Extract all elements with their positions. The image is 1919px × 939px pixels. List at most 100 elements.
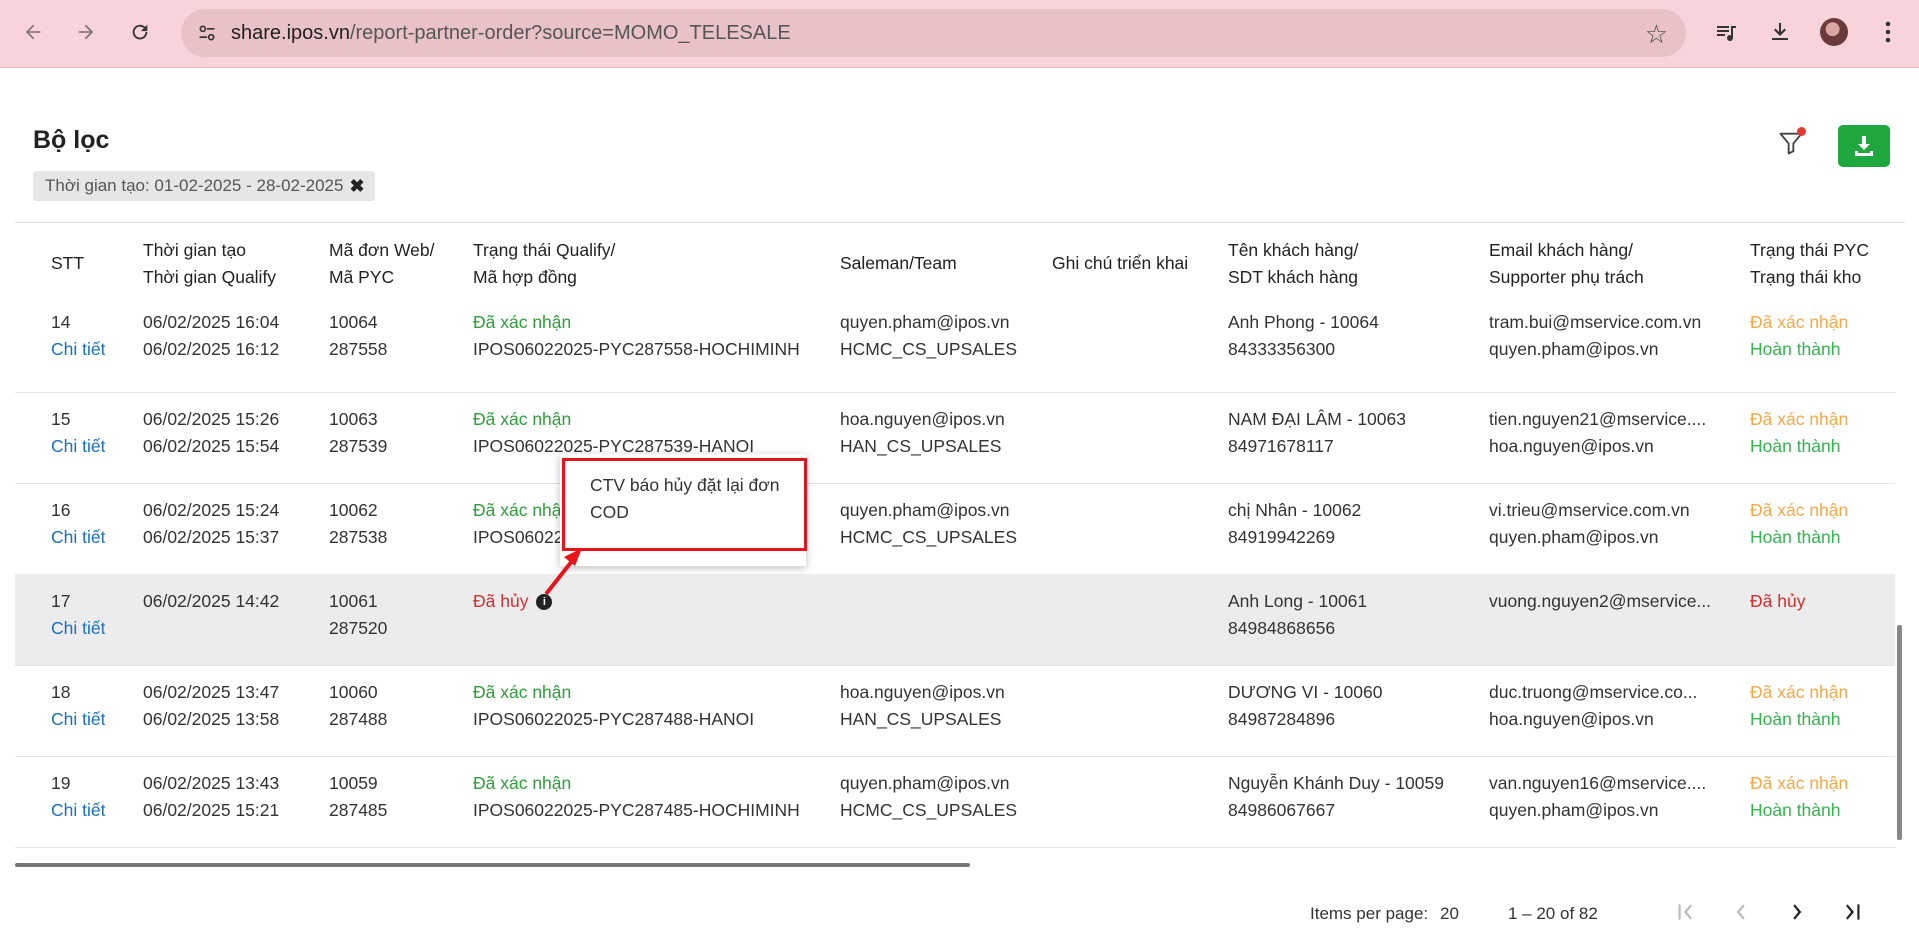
qualified-time: 06/02/2025 15:54 <box>143 436 280 456</box>
supporter: hoa.nguyen@ipos.vn <box>1489 436 1654 456</box>
header-saleman[interactable]: Saleman/Team <box>840 250 957 277</box>
browser-menu-icon[interactable] <box>1872 16 1904 48</box>
paginator: Items per page: 20 1 – 20 of 82 <box>15 870 1905 939</box>
pyc-code: 287539 <box>329 436 388 456</box>
filter-button[interactable] <box>1774 126 1808 160</box>
table-header: STT Thời gian tạo Thời gian Qualify Mã đ… <box>15 223 1895 301</box>
url-host: share.ipos.vn <box>231 21 350 44</box>
detail-link[interactable]: Chi tiết <box>51 615 105 642</box>
qualify-status: Đã xác nhận <box>473 500 572 520</box>
customer-email: vuong.nguyen2@mservice... <box>1489 591 1712 611</box>
header-code[interactable]: Mã đơn Web/ Mã PYC <box>329 237 435 291</box>
site-settings-icon[interactable] <box>195 21 219 45</box>
header-note[interactable]: Ghi chú triển khai <box>1052 250 1188 277</box>
detail-link[interactable]: Chi tiết <box>51 706 105 733</box>
header-email[interactable]: Email khách hàng/ Supporter phụ trách <box>1489 237 1644 291</box>
next-page-icon[interactable] <box>1777 892 1817 932</box>
back-arrow-icon[interactable] <box>15 14 51 50</box>
qualify-status: Đã xác nhận <box>473 773 572 793</box>
profile-avatar[interactable] <box>1820 18 1848 46</box>
url-path: /report-partner-order?source=MOMO_TELESA… <box>349 21 791 44</box>
items-per-page-select[interactable]: 20 <box>1440 904 1459 924</box>
qualify-status: Đã xác nhận <box>473 312 572 332</box>
media-queue-icon[interactable] <box>1710 16 1742 48</box>
web-code: 10060 <box>329 682 378 702</box>
customer-email: tram.bui@mservice.com.vn <box>1489 312 1702 332</box>
header-qualify[interactable]: Trạng thái Qualify/ Mã hợp đồng <box>473 237 615 291</box>
detail-link[interactable]: Chi tiết <box>51 336 105 363</box>
detail-link[interactable]: Chi tiết <box>51 433 105 460</box>
url-text: share.ipos.vn/report-partner-order?sourc… <box>231 22 791 45</box>
header-stt[interactable]: STT <box>51 250 84 277</box>
browser-toolbar: share.ipos.vn/report-partner-order?sourc… <box>0 0 1919 68</box>
created-time: 06/02/2025 14:42 <box>143 591 280 611</box>
header-code-line1: Mã đơn Web/ <box>329 240 435 260</box>
stock-status: Hoàn thành <box>1750 709 1841 729</box>
detail-link[interactable]: Chi tiết <box>51 524 105 551</box>
pyc-status: Đã xác nhận <box>1750 773 1849 793</box>
export-download-button[interactable] <box>1838 125 1890 167</box>
customer-phone: 84986067667 <box>1228 800 1336 820</box>
web-code: 10061 <box>329 591 378 611</box>
header-time[interactable]: Thời gian tạo Thời gian Qualify <box>143 237 276 291</box>
table-row[interactable]: 17 Chi tiết 06/02/2025 14:42 10061 287520 … <box>15 574 1895 666</box>
team: HAN_CS_UPSALES <box>840 709 1002 729</box>
contract-code: IPOS06022025-PYC287485-HOCHIMINH <box>473 800 800 820</box>
orders-table: STT Thời gian tạo Thời gian Qualify Mã đ… <box>15 223 1895 863</box>
address-bar[interactable]: share.ipos.vn/report-partner-order?sourc… <box>181 9 1686 57</box>
header-email-line1: Email khách hàng/ <box>1489 240 1633 260</box>
table-row[interactable]: 14 Chi tiết 06/02/2025 16:04 06/02/2025 16… <box>15 301 1895 393</box>
customer-name: NAM ĐẠI LÂM - 10063 <box>1228 409 1406 429</box>
team: HCMC_CS_UPSALES <box>840 800 1017 820</box>
forward-arrow-icon[interactable] <box>68 14 104 50</box>
tooltip-text: CTV báo hủy đặt lại đơn COD <box>590 475 780 522</box>
customer-name: chị Nhân - 10062 <box>1228 500 1362 520</box>
table-row[interactable]: 18 Chi tiết 06/02/2025 13:47 06/02/2025 13… <box>15 665 1895 757</box>
created-time: 06/02/2025 15:26 <box>143 409 280 429</box>
qualified-time: 06/02/2025 13:58 <box>143 709 280 729</box>
detail-link[interactable]: Chi tiết <box>51 797 105 824</box>
pyc-status: Đã xác nhận <box>1750 682 1849 702</box>
table-row[interactable]: 16 Chi tiết 06/02/2025 15:24 06/02/2025 15… <box>15 483 1895 575</box>
horizontal-scrollbar[interactable] <box>15 863 970 867</box>
customer-email: vi.trieu@mservice.com.vn <box>1489 500 1690 520</box>
contract-code: IPOS06022025-PYC287558-HOCHIMINH <box>473 339 800 359</box>
filter-chip-label: Thời gian tạo: 01-02-2025 - 28-02-2025 <box>45 176 344 195</box>
header-customer[interactable]: Tên khách hàng/ SDT khách hàng <box>1228 237 1358 291</box>
team: HCMC_CS_UPSALES <box>840 527 1017 547</box>
remove-filter-icon[interactable]: ✖ <box>349 176 364 197</box>
saleman: hoa.nguyen@ipos.vn <box>840 682 1005 702</box>
web-code: 10063 <box>329 409 378 429</box>
filter-chip[interactable]: Thời gian tạo: 01-02-2025 - 28-02-2025 ✖ <box>33 171 375 201</box>
page-range: 1 – 20 of 82 <box>1508 904 1598 923</box>
first-page-icon[interactable] <box>1665 892 1705 932</box>
last-page-icon[interactable] <box>1833 892 1873 932</box>
header-pyc-status[interactable]: Trạng thái PYC Trạng thái kho <box>1750 237 1869 291</box>
created-time: 06/02/2025 13:43 <box>143 773 280 793</box>
customer-phone: 84333356300 <box>1228 339 1336 359</box>
customer-email: van.nguyen16@mservice.... <box>1489 773 1707 793</box>
qualify-status: Đã xác nhận <box>473 409 572 429</box>
header-qualify-line1: Trạng thái Qualify/ <box>473 240 616 260</box>
web-code: 10064 <box>329 312 378 332</box>
customer-name: DƯƠNG VI - 10060 <box>1228 682 1383 702</box>
contract-code: IPOS06022025-PYC287488-HANOI <box>473 709 755 729</box>
customer-phone: 84984868656 <box>1228 618 1336 638</box>
header-code-line2: Mã PYC <box>329 267 395 287</box>
row-stt: 14 <box>51 312 71 332</box>
team: HCMC_CS_UPSALES <box>840 339 1017 359</box>
table-row[interactable]: 15 Chi tiết 06/02/2025 15:26 06/02/2025 15… <box>15 392 1895 484</box>
reload-icon[interactable] <box>122 14 158 50</box>
table-row[interactable]: 19 Chi tiết 06/02/2025 13:43 06/02/2025 15… <box>15 756 1895 848</box>
annotation-arrow-icon <box>544 548 582 596</box>
download-icon[interactable] <box>1764 16 1796 48</box>
row-stt: 16 <box>51 500 71 520</box>
vertical-scrollbar[interactable] <box>1897 625 1902 840</box>
bookmark-star-icon[interactable]: ☆ <box>1645 19 1668 50</box>
created-time: 06/02/2025 15:24 <box>143 500 280 520</box>
customer-email: tien.nguyen21@mservice.... <box>1489 409 1707 429</box>
customer-phone: 84987284896 <box>1228 709 1336 729</box>
page-title: Bộ lọc <box>33 126 110 154</box>
customer-name: Nguyễn Khánh Duy - 10059 <box>1228 773 1444 793</box>
previous-page-icon[interactable] <box>1721 892 1761 932</box>
